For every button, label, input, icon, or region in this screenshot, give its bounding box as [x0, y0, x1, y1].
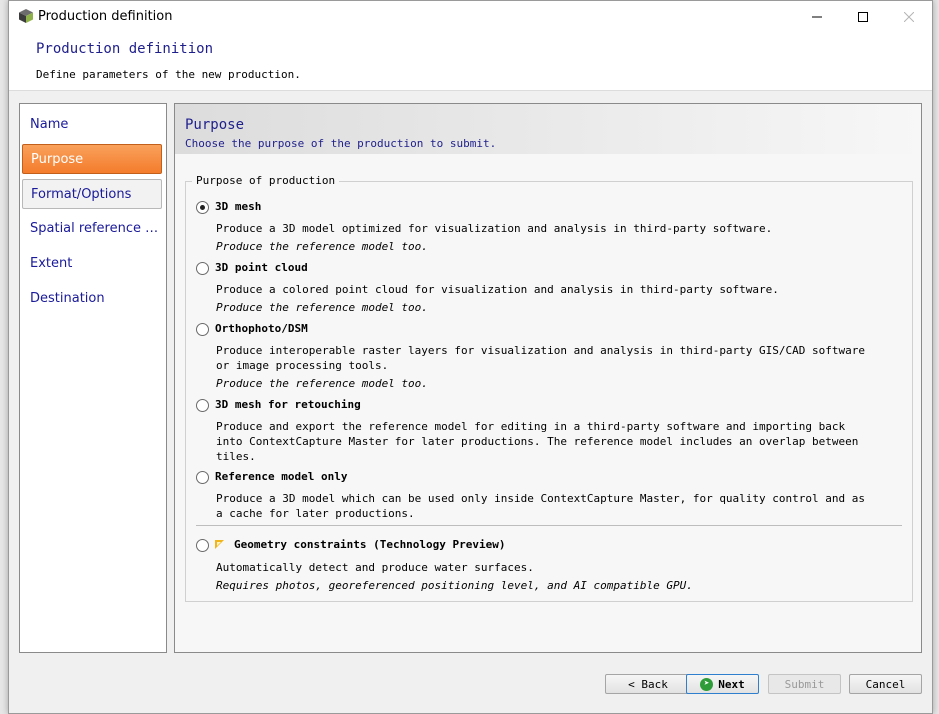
group-label: Purpose of production — [192, 174, 340, 187]
purpose-panel: Purpose Choose the purpose of the produc… — [174, 103, 922, 653]
submit-button[interactable]: Submit — [768, 674, 841, 694]
option-title: 3D mesh for retouching — [215, 398, 361, 411]
purpose-group: Purpose of production 3D mesh Produce a … — [185, 174, 913, 602]
separator — [196, 525, 902, 526]
panel-header: Purpose Choose the purpose of the produc… — [175, 104, 921, 154]
option-title: Orthophoto/DSM — [215, 322, 308, 335]
panel-title: Purpose — [185, 117, 245, 133]
option-note: Produce the reference model too. — [216, 240, 428, 253]
wizard-header: Production definition Define parameters … — [9, 32, 932, 91]
nav-item-spatial-reference[interactable]: Spatial reference system — [22, 214, 162, 244]
production-definition-dialog: Production definition Production definit… — [8, 0, 933, 714]
option-title: 3D mesh — [215, 200, 262, 213]
option-note: Produce the reference model too. — [216, 301, 428, 314]
wizard-title: Production definition — [36, 41, 214, 57]
arrow-right-icon: ➤ — [700, 677, 714, 691]
radio-orthophoto-dsm[interactable] — [196, 323, 209, 336]
option-desc: a cache for later productions. — [216, 507, 415, 520]
maximize-icon — [858, 11, 868, 22]
app-cube-icon — [19, 9, 33, 23]
nav-item-extent[interactable]: Extent — [22, 249, 162, 279]
close-button[interactable] — [886, 1, 932, 32]
option-title: Geometry constraints (Technology Preview… — [234, 538, 506, 551]
next-button[interactable]: ➤ Next — [686, 674, 759, 694]
option-title: 3D point cloud — [215, 261, 308, 274]
next-label: Next — [718, 677, 745, 691]
wizard-steps-nav: Name Purpose Format/Options Spatial refe… — [19, 103, 167, 653]
window-title: Production definition — [38, 9, 173, 24]
wizard-subtitle: Define parameters of the new production. — [36, 68, 301, 81]
option-note: Requires photos, georeferenced positioni… — [216, 579, 693, 592]
nav-item-name[interactable]: Name — [22, 110, 162, 140]
option-desc: Produce and export the reference model f… — [216, 420, 846, 433]
radio-reference-model-only[interactable] — [196, 471, 209, 484]
panel-subtitle: Choose the purpose of the production to … — [185, 137, 497, 150]
radio-3d-mesh-retouching[interactable] — [196, 399, 209, 412]
back-button[interactable]: < Back — [605, 674, 691, 694]
option-desc: Automatically detect and produce water s… — [216, 561, 534, 574]
option-desc: Produce a 3D model which can be used onl… — [216, 492, 866, 505]
option-desc: or image processing tools. — [216, 359, 389, 372]
radio-geometry-constraints[interactable] — [196, 539, 209, 552]
maximize-button[interactable] — [840, 1, 886, 32]
preview-flag-icon — [215, 540, 224, 549]
option-desc: into ContextCapture Master for later pro… — [216, 435, 859, 448]
option-desc: Produce a 3D model optimized for visuali… — [216, 222, 773, 235]
minimize-button[interactable] — [794, 1, 840, 32]
radio-3d-mesh[interactable] — [196, 201, 209, 214]
option-title: Reference model only — [215, 470, 348, 483]
nav-item-destination[interactable]: Destination — [22, 284, 162, 314]
nav-item-format-options[interactable]: Format/Options — [22, 179, 162, 209]
title-bar[interactable]: Production definition — [9, 1, 932, 32]
minimize-icon — [812, 16, 822, 17]
radio-3d-point-cloud[interactable] — [196, 262, 209, 275]
nav-item-purpose[interactable]: Purpose — [22, 144, 162, 174]
option-note: Produce the reference model too. — [216, 377, 428, 390]
close-icon — [904, 11, 914, 22]
option-desc: Produce interoperable raster layers for … — [216, 344, 866, 357]
option-desc: tiles. — [216, 450, 256, 463]
option-desc: Produce a colored point cloud for visual… — [216, 283, 779, 296]
cancel-button[interactable]: Cancel — [849, 674, 922, 694]
